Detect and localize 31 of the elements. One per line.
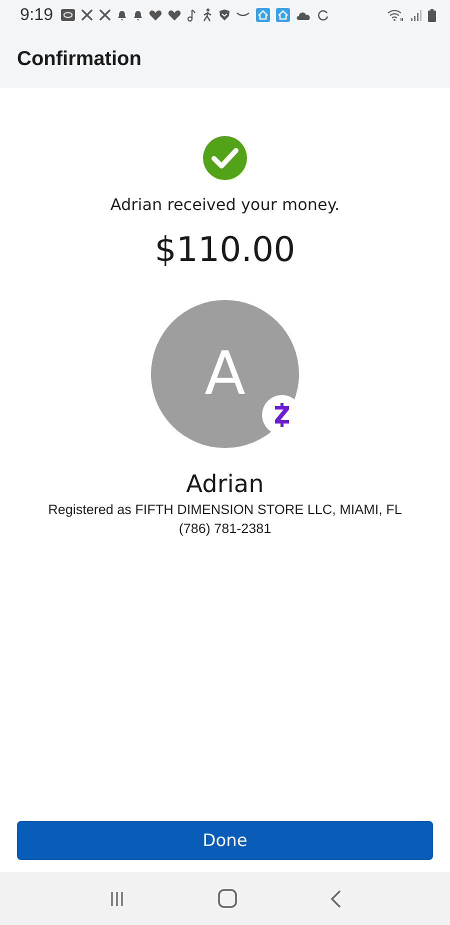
wifi-icon bbox=[387, 8, 404, 22]
recent-apps-icon[interactable] bbox=[108, 890, 124, 906]
bell-icon bbox=[133, 10, 144, 20]
back-icon[interactable] bbox=[330, 890, 342, 908]
avatar: A bbox=[151, 300, 299, 448]
walking-person-icon bbox=[202, 8, 214, 22]
x-icon bbox=[81, 9, 94, 21]
home-app-icon bbox=[276, 8, 290, 22]
battery-icon bbox=[428, 8, 436, 22]
smile-curve-icon bbox=[236, 12, 250, 18]
cloud-icon bbox=[296, 10, 312, 20]
screen-title: Confirmation bbox=[17, 48, 142, 70]
phone-number: (786) 781-2381 bbox=[178, 521, 272, 536]
bell-icon bbox=[117, 10, 128, 20]
checkmark-icon bbox=[202, 135, 248, 181]
confirmation-message: Adrian received your money. bbox=[110, 195, 340, 214]
recipient-name: Adrian bbox=[186, 470, 264, 498]
done-button[interactable]: Done bbox=[17, 821, 433, 860]
home-icon[interactable] bbox=[218, 889, 236, 908]
registered-name: Registered as FIFTH DIMENSION STORE LLC, MIAMI, FL bbox=[48, 502, 402, 517]
x-icon bbox=[99, 9, 112, 21]
app-icon bbox=[61, 9, 76, 21]
sync-icon bbox=[317, 9, 330, 21]
signal-icon bbox=[410, 9, 422, 21]
status-time: 9:19 bbox=[20, 5, 54, 25]
music-note-icon bbox=[187, 8, 196, 22]
amount: $110.00 bbox=[154, 230, 296, 270]
shield-icon bbox=[219, 9, 230, 21]
heart-icon bbox=[168, 10, 182, 20]
home-app-icon bbox=[256, 8, 270, 22]
heart-icon bbox=[149, 10, 162, 20]
